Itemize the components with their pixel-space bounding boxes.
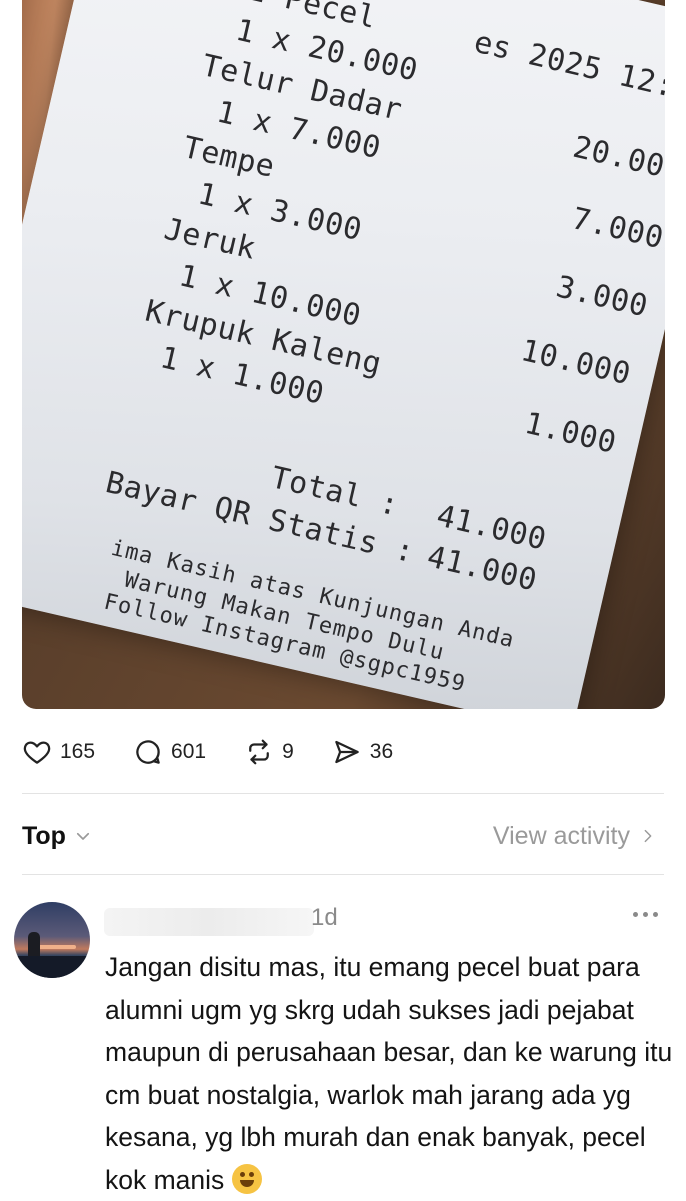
- share-button[interactable]: 36: [332, 737, 393, 767]
- receipt-amount: 7.000: [568, 201, 665, 257]
- post-actions: 165 601 9 36: [22, 730, 431, 774]
- receipt-amount: 1.000: [521, 405, 620, 461]
- avatar-person: [28, 932, 40, 958]
- comment-body: Jangan disitu mas, itu emang pecel buat …: [105, 946, 675, 1201]
- reply-count: 601: [171, 740, 207, 763]
- avatar-horizon: [36, 945, 76, 949]
- repost-button[interactable]: 9: [244, 737, 294, 767]
- reply-button[interactable]: 601: [133, 737, 206, 767]
- more-dot: [653, 912, 658, 917]
- divider: [22, 874, 664, 875]
- author-name-blurred[interactable]: [104, 908, 314, 936]
- divider: [22, 793, 664, 794]
- view-activity-link[interactable]: View activity: [493, 822, 656, 851]
- post-photo[interactable]: SI Pecel es 2025 12:42:12 1 x 20.000 Tel…: [22, 0, 665, 709]
- repost-icon: [249, 739, 269, 765]
- receipt: SI Pecel es 2025 12:42:12 1 x 20.000 Tel…: [22, 0, 665, 709]
- receipt-amount: 20.000: [569, 129, 665, 189]
- more-dot: [633, 912, 638, 917]
- comment-icon: [136, 740, 160, 764]
- view-activity-label: View activity: [492, 821, 630, 850]
- avatar[interactable]: [14, 902, 90, 978]
- more-dot: [643, 912, 648, 917]
- comment-text: Jangan disitu mas, itu emang pecel buat …: [105, 952, 673, 1195]
- send-icon: [335, 740, 359, 764]
- heart-icon: [23, 741, 51, 764]
- like-count: 165: [60, 740, 96, 763]
- receipt-amount: 10.000: [517, 333, 635, 393]
- share-count: 36: [369, 740, 394, 763]
- like-button[interactable]: 165: [22, 737, 95, 767]
- grinning-face-icon: [231, 1163, 262, 1194]
- receipt-amount: 3.000: [552, 269, 652, 325]
- sort-label: Top: [22, 821, 66, 850]
- comment-time: 1d: [311, 904, 338, 931]
- sort-dropdown[interactable]: Top: [22, 822, 92, 851]
- avatar-shore: [14, 956, 90, 978]
- chevron-down-icon: [76, 832, 90, 840]
- receipt-date: es 2025 12:42:12: [470, 24, 665, 126]
- sort-row: Top View activity: [22, 816, 656, 856]
- repost-count: 9: [282, 740, 294, 763]
- chevron-right-icon: [644, 829, 652, 843]
- more-options-button[interactable]: [633, 912, 658, 917]
